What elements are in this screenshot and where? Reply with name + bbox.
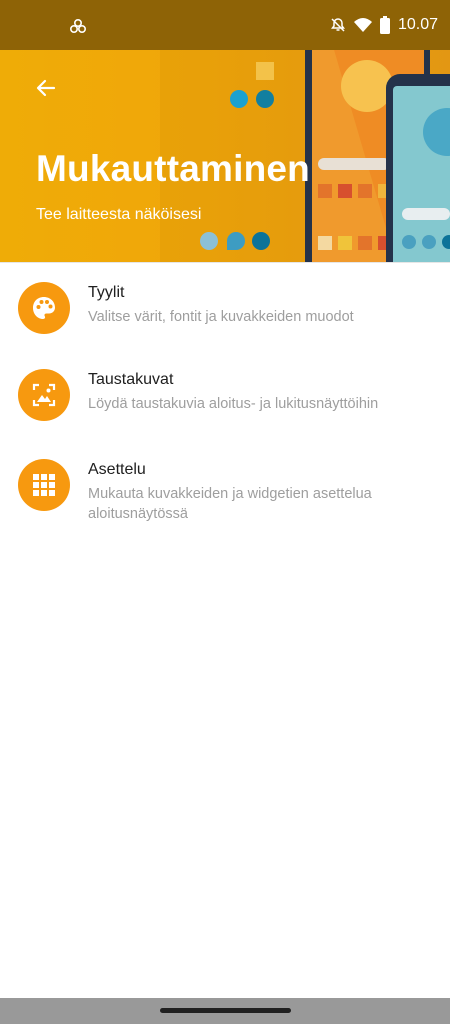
page-subtitle: Tee laitteesta näköisesi <box>36 206 202 223</box>
clock: 10.07 <box>397 16 438 33</box>
wallpaper-icon <box>18 369 70 421</box>
palette-icon <box>18 282 70 334</box>
fan-icon <box>70 19 86 33</box>
alarm-off-icon <box>330 18 345 32</box>
wifi-icon <box>353 18 372 32</box>
header-divider <box>0 262 450 263</box>
item-description: Valitse värit, fontit ja kuvakkeiden muo… <box>88 309 354 325</box>
item-title: Taustakuvat <box>88 371 174 388</box>
list-item-layout[interactable]: Asettelu Mukauta kuvakkeiden ja widgetie… <box>0 459 450 549</box>
grid-icon <box>18 459 70 511</box>
list-item-wallpapers[interactable]: Taustakuvat Löydä taustakuvia aloitus- j… <box>0 369 450 449</box>
home-gesture-handle[interactable] <box>160 1008 291 1013</box>
item-description: Mukauta kuvakkeiden ja widgetien asettel… <box>88 486 372 522</box>
status-bar: 10.07 <box>0 0 450 50</box>
page-title: Mukauttaminen <box>36 148 310 189</box>
list-item-styles[interactable]: Tyylit Valitse värit, fontit ja kuvakkei… <box>0 282 450 362</box>
battery-icon <box>379 16 390 34</box>
item-title: Asettelu <box>88 461 146 478</box>
arrow-back-icon[interactable] <box>30 72 62 104</box>
navigation-bar <box>0 998 450 1024</box>
item-title: Tyylit <box>88 284 125 301</box>
item-description: Löydä taustakuvia aloitus- ja lukitusnäy… <box>88 396 379 412</box>
